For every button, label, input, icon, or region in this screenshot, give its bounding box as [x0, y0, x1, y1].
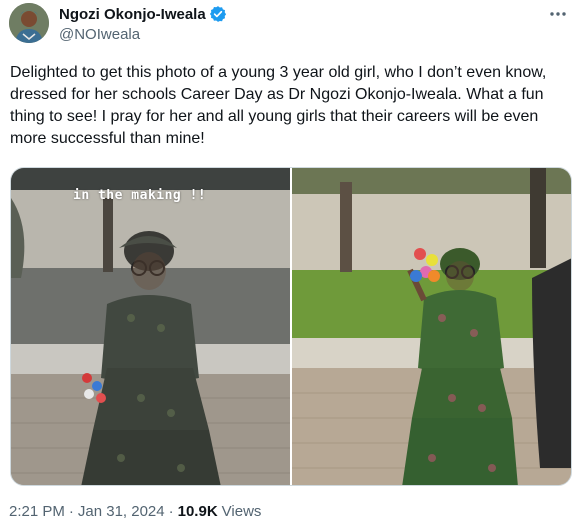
tweet-time[interactable]: 2:21 PM — [9, 503, 65, 520]
tweet-text: Delighted to get this photo of a young 3… — [10, 64, 547, 147]
author-handle[interactable]: @NOIweala — [59, 26, 140, 43]
photo-right[interactable] — [292, 168, 571, 485]
tweet-media[interactable]: in the making !! — [10, 167, 572, 486]
views-count: 10.9K — [177, 503, 218, 520]
meta-separator: · — [68, 503, 74, 520]
photo-left[interactable]: in the making !! — [11, 168, 290, 485]
author-avatar[interactable] — [9, 3, 49, 43]
author-display-name[interactable]: Ngozi Okonjo-Iweala — [59, 6, 206, 23]
more-options-icon[interactable] — [547, 4, 569, 24]
tweet-meta: 2:21 PM · Jan 31, 2024 · 10.9K Views — [9, 503, 261, 520]
verified-badge-icon — [209, 5, 227, 23]
author-name-row: Ngozi Okonjo-Iweala — [59, 5, 227, 23]
photo-overlay-text: in the making !! — [73, 188, 207, 203]
meta-separator-2: · — [168, 503, 174, 520]
tweet-date[interactable]: Jan 31, 2024 — [78, 503, 165, 520]
views-label: Views — [221, 503, 262, 520]
